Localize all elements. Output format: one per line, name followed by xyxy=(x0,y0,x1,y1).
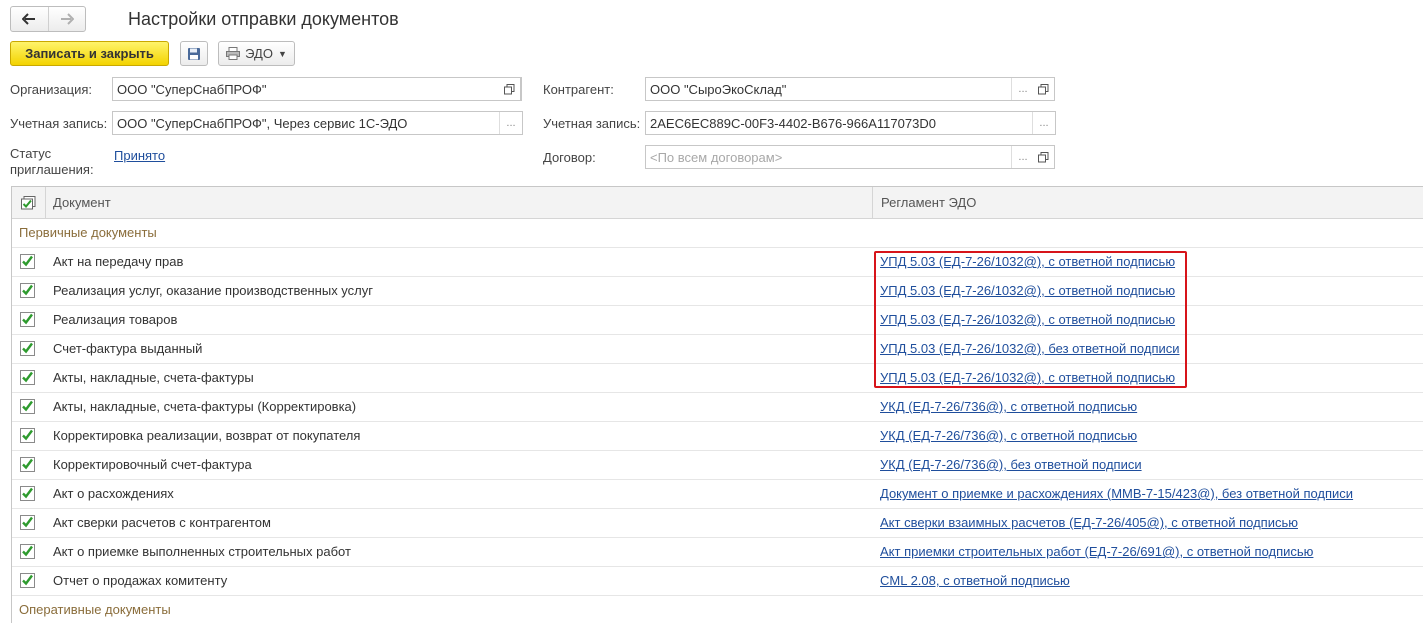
regulation-link[interactable]: УКД (ЕД-7-26/736@), с ответной подписью xyxy=(880,422,1137,450)
column-header-regulation[interactable]: Регламент ЭДО xyxy=(872,187,976,218)
select-all-column[interactable] xyxy=(12,187,46,218)
organization-value: ООО "СуперСнабПРОФ" xyxy=(117,82,267,97)
document-name: Акт о приемке выполненных строительных р… xyxy=(53,544,351,559)
document-name: Отчет о продажах комитенту xyxy=(53,573,228,588)
forward-button[interactable] xyxy=(49,7,86,31)
table-row[interactable]: Акт о приемке выполненных строительных р… xyxy=(12,538,1423,567)
contract-placeholder: <По всем договорам> xyxy=(650,150,783,165)
counterparty-value: ООО "СыроЭкоСклад" xyxy=(650,82,787,97)
contract-field[interactable]: <По всем договорам> ... xyxy=(645,145,1035,169)
regulation-link[interactable]: CML 2.08, с ответной подписью xyxy=(880,567,1070,595)
regulation-link[interactable]: УКД (ЕД-7-26/736@), без ответной подписи xyxy=(880,451,1142,479)
document-name: Акт на передачу прав xyxy=(53,254,184,269)
document-name: Акт сверки расчетов с контрагентом xyxy=(53,515,271,530)
counterparty-select-button[interactable]: ... xyxy=(1011,78,1034,100)
document-name: Акты, накладные, счета-фактуры xyxy=(53,370,254,385)
table-row[interactable]: Акт сверки расчетов с контрагентом Акт св… xyxy=(12,509,1423,538)
account-right-field[interactable]: 2AEC6EC889C-00F3-4402-B676-966A117073D0 … xyxy=(645,111,1056,135)
printer-icon xyxy=(226,47,241,60)
regulation-link[interactable]: УПД 5.03 (ЕД-7-26/1032@), с ответной под… xyxy=(880,364,1175,392)
documents-table: Документ Регламент ЭДО Первичные докумен… xyxy=(11,186,1423,623)
document-name: Реализация товаров xyxy=(53,312,178,327)
document-name: Счет-фактура выданный xyxy=(53,341,203,356)
table-row[interactable]: Отчет о продажах комитенту CML 2.08, с от… xyxy=(12,567,1423,596)
contract-open-button[interactable] xyxy=(1033,145,1055,169)
page-title: Настройки отправки документов xyxy=(128,9,399,29)
regulation-link[interactable]: УКД (ЕД-7-26/736@), с ответной подписью xyxy=(880,393,1137,421)
document-name: Корректировочный счет-фактура xyxy=(53,457,252,472)
table-row[interactable]: Корректировка реализации, возврат от пок… xyxy=(12,422,1423,451)
contract-select-button[interactable]: ... xyxy=(1011,146,1034,168)
checkbox-checked-icon[interactable] xyxy=(20,312,35,327)
table-row[interactable]: Акт о расхождениях Документ о приемке и р… xyxy=(12,480,1423,509)
checkbox-checked-icon[interactable] xyxy=(20,428,35,443)
regulation-link[interactable]: Акт приемки строительных работ (ЕД-7-26/… xyxy=(880,538,1313,566)
account-right-select-button[interactable]: ... xyxy=(1032,112,1055,134)
checkbox-checked-icon[interactable] xyxy=(20,283,35,298)
checklist-icon xyxy=(21,195,36,209)
edo-label: ЭДО xyxy=(245,46,273,61)
table-body: Первичные документы Акт на передачу прав У… xyxy=(12,219,1423,623)
checkbox-checked-icon[interactable] xyxy=(20,515,35,530)
table-row[interactable]: Акты, накладные, счета-фактуры УПД 5.03 (… xyxy=(12,364,1423,393)
save-button[interactable] xyxy=(180,41,208,66)
document-name: Корректировка реализации, возврат от пок… xyxy=(53,428,361,443)
regulation-link[interactable]: УПД 5.03 (ЕД-7-26/1032@), с ответной под… xyxy=(880,248,1175,276)
checkbox-checked-icon[interactable] xyxy=(20,486,35,501)
floppy-disk-icon xyxy=(188,47,200,60)
open-window-icon xyxy=(1038,83,1049,94)
table-row[interactable]: Акты, накладные, счета-фактуры (Корректи… xyxy=(12,393,1423,422)
counterparty-open-button[interactable] xyxy=(1033,77,1055,101)
checkbox-checked-icon[interactable] xyxy=(20,341,35,356)
contract-label: Договор: xyxy=(543,150,596,165)
account-right-label: Учетная запись: xyxy=(543,116,641,131)
organization-open-button[interactable] xyxy=(499,77,521,101)
back-button[interactable] xyxy=(11,7,49,31)
account-right-value: 2AEC6EC889C-00F3-4402-B676-966A117073D0 xyxy=(650,116,936,131)
checkbox-checked-icon[interactable] xyxy=(20,457,35,472)
account-left-value: ООО "СуперСнабПРОФ", Через сервис 1С-ЭДО xyxy=(117,116,408,131)
organization-field[interactable]: ООО "СуперСнабПРОФ" xyxy=(112,77,522,101)
table-row[interactable]: Реализация товаров УПД 5.03 (ЕД-7-26/1032… xyxy=(12,306,1423,335)
nav-buttons xyxy=(10,6,86,32)
table-header: Документ Регламент ЭДО xyxy=(12,187,1423,219)
table-row[interactable]: Акт на передачу прав УПД 5.03 (ЕД-7-26/10… xyxy=(12,248,1423,277)
table-row[interactable]: Счет-фактура выданный УПД 5.03 (ЕД-7-26/1… xyxy=(12,335,1423,364)
document-name: Акт о расхождениях xyxy=(53,486,174,501)
open-window-icon xyxy=(1038,151,1049,162)
save-and-close-button[interactable]: Записать и закрыть xyxy=(10,41,169,66)
table-row[interactable]: Реализация услуг, оказание производствен… xyxy=(12,277,1423,306)
document-name: Акты, накладные, счета-фактуры (Корректи… xyxy=(53,399,357,414)
regulation-link[interactable]: Документ о приемке и расхождениях (ММВ-7… xyxy=(880,480,1353,508)
arrow-right-icon xyxy=(60,13,74,25)
table-row[interactable]: Корректировочный счет-фактура УКД (ЕД-7-2… xyxy=(12,451,1423,480)
column-header-document[interactable]: Документ xyxy=(53,187,111,218)
account-left-label: Учетная запись: xyxy=(10,116,108,131)
table-group-header[interactable]: Первичные документы xyxy=(12,219,1423,248)
regulation-link[interactable]: УПД 5.03 (ЕД-7-26/1032@), без ответной п… xyxy=(880,335,1180,363)
counterparty-field[interactable]: ООО "СыроЭкоСклад" ... xyxy=(645,77,1035,101)
checkbox-checked-icon[interactable] xyxy=(20,370,35,385)
regulation-link[interactable]: УПД 5.03 (ЕД-7-26/1032@), с ответной под… xyxy=(880,277,1175,305)
counterparty-label: Контрагент: xyxy=(543,82,614,97)
checkbox-checked-icon[interactable] xyxy=(20,544,35,559)
invite-status-label: Статус приглашения: xyxy=(10,146,94,177)
table-group-header[interactable]: Оперативные документы xyxy=(12,596,1423,623)
organization-label: Организация: xyxy=(10,82,93,97)
invite-status-link[interactable]: Принято xyxy=(114,148,165,163)
account-left-field[interactable]: ООО "СуперСнабПРОФ", Через сервис 1С-ЭДО… xyxy=(112,111,523,135)
document-name: Реализация услуг, оказание производствен… xyxy=(53,283,373,298)
regulation-link[interactable]: Акт сверки взаимных расчетов (ЕД-7-26/40… xyxy=(880,509,1298,537)
chevron-down-icon: ▼ xyxy=(277,48,287,59)
account-left-select-button[interactable]: ... xyxy=(499,112,522,134)
checkbox-checked-icon[interactable] xyxy=(20,254,35,269)
arrow-left-icon xyxy=(22,13,36,25)
regulation-link[interactable]: УПД 5.03 (ЕД-7-26/1032@), с ответной под… xyxy=(880,306,1175,334)
checkbox-checked-icon[interactable] xyxy=(20,573,35,588)
open-window-icon xyxy=(504,83,515,94)
edo-menu-button[interactable]: ЭДО ▼ xyxy=(218,41,295,66)
checkbox-checked-icon[interactable] xyxy=(20,399,35,414)
